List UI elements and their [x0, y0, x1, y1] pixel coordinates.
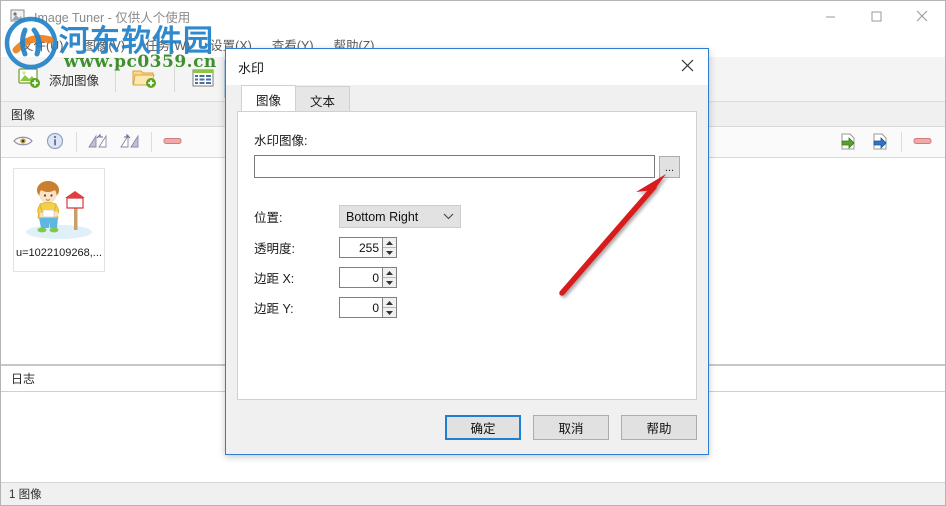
margin-x-stepper[interactable] [339, 267, 397, 288]
margin-y-label: 边距 Y: [254, 302, 294, 316]
cancel-button[interactable]: 取消 [533, 414, 609, 440]
margin-x-input[interactable] [339, 267, 382, 288]
import-list-button[interactable] [832, 129, 864, 155]
preview-eye-button[interactable] [7, 129, 39, 155]
chevron-down-icon [443, 212, 454, 222]
opacity-spin-buttons [382, 237, 397, 258]
watermark-dialog: 水印 图像 文本 水印图像: ... 位置: Bottom Right 透明度:… [225, 48, 709, 455]
opacity-input[interactable] [339, 237, 382, 258]
list-view-button[interactable] [182, 60, 224, 98]
list-view-icon [191, 67, 215, 92]
margin-x-spin-buttons [382, 267, 397, 288]
rotate-right-button[interactable] [114, 129, 146, 155]
thumbnail-image [19, 174, 99, 242]
opacity-spin-down[interactable] [383, 248, 396, 257]
menu-image[interactable]: 图像(V) [73, 32, 135, 57]
rotate-left-button[interactable] [82, 129, 114, 155]
menu-file[interactable]: 文件(U) [11, 32, 73, 57]
add-image-icon [18, 67, 42, 92]
browse-button[interactable]: ... [659, 155, 680, 178]
menu-task[interactable]: 任务(W) [135, 32, 200, 57]
opacity-spin-up[interactable] [383, 238, 396, 248]
icon-toolbar-separator-3 [901, 132, 902, 152]
opacity-label: 透明度: [254, 242, 295, 256]
clear-list-icon [913, 135, 933, 149]
statusbar: 1 图像 [1, 482, 945, 505]
images-icon-toolbar-right [832, 129, 939, 155]
watermark-image-row: ... [254, 155, 680, 178]
info-button[interactable] [39, 129, 71, 155]
add-folder-icon [132, 67, 158, 92]
log-section-label: 日志 [11, 372, 36, 386]
icon-toolbar-separator-2 [151, 132, 152, 152]
margin-x-label: 边距 X: [254, 272, 295, 286]
close-icon [681, 59, 694, 75]
margin-y-spin-up[interactable] [383, 298, 396, 308]
statusbar-text: 1 图像 [9, 489, 42, 501]
clear-list-button[interactable] [907, 129, 939, 155]
add-folder-button[interactable] [123, 60, 167, 98]
thumbnail-caption: u=1022109268,... [16, 247, 102, 259]
dialog-tabs: 图像 文本 [237, 85, 697, 111]
remove-image-button[interactable] [157, 129, 189, 155]
tab-image[interactable]: 图像 [241, 85, 297, 111]
maximize-button[interactable] [853, 1, 899, 31]
info-icon [46, 132, 64, 153]
tab-text[interactable]: 文本 [295, 86, 351, 111]
add-image-button[interactable]: 添加图像 [9, 60, 108, 98]
position-select[interactable]: Bottom Right [339, 205, 461, 228]
watermark-options-grid: 位置: Bottom Right 透明度: 255 边距 X: 0 边距 Y: … [254, 205, 680, 318]
rotate-left-icon [87, 132, 109, 153]
toolbar-separator-1 [115, 66, 117, 92]
icon-toolbar-separator-1 [76, 132, 77, 152]
window-controls [807, 1, 945, 31]
dialog-close-button[interactable] [666, 49, 708, 85]
import-list-icon [839, 132, 857, 153]
margin-y-stepper[interactable] [339, 297, 397, 318]
window-titlebar: Image Tuner - 仅供人个使用 [1, 1, 945, 31]
help-button[interactable]: 帮助 [621, 414, 697, 440]
position-label: 位置: [254, 211, 283, 225]
images-section-label: 图像 [11, 107, 36, 122]
window-title: Image Tuner - 仅供人个使用 [34, 10, 191, 25]
tab-panel-image: 水印图像: ... 位置: Bottom Right 透明度: 255 边距 X… [237, 111, 697, 400]
margin-y-spin-buttons [382, 297, 397, 318]
remove-icon [163, 135, 183, 149]
dialog-body: 图像 文本 水印图像: ... 位置: Bottom Right 透明度: 25… [226, 85, 708, 400]
margin-x-spin-down[interactable] [383, 278, 396, 287]
export-list-icon [871, 132, 889, 153]
margin-y-input[interactable] [339, 297, 382, 318]
dialog-footer: 确定 取消 帮助 [226, 400, 708, 454]
dialog-titlebar: 水印 [226, 49, 708, 85]
list-item[interactable]: u=1022109268,... [13, 168, 105, 272]
add-image-label: 添加图像 [49, 73, 100, 88]
close-button[interactable] [899, 1, 945, 31]
images-icon-toolbar-left [7, 129, 189, 155]
margin-x-spin-up[interactable] [383, 268, 396, 278]
rotate-right-icon [119, 132, 141, 153]
app-icon [9, 7, 27, 25]
export-list-button[interactable] [864, 129, 896, 155]
minimize-button[interactable] [807, 1, 853, 31]
toolbar-separator-2 [174, 66, 176, 92]
opacity-stepper[interactable] [339, 237, 397, 258]
position-value: Bottom Right [346, 209, 419, 224]
watermark-image-label: 水印图像: [254, 134, 308, 148]
preview-eye-icon [13, 134, 33, 151]
margin-y-spin-down[interactable] [383, 308, 396, 317]
ok-button[interactable]: 确定 [445, 414, 521, 440]
watermark-image-input[interactable] [254, 155, 655, 178]
dialog-title: 水印 [238, 60, 265, 76]
